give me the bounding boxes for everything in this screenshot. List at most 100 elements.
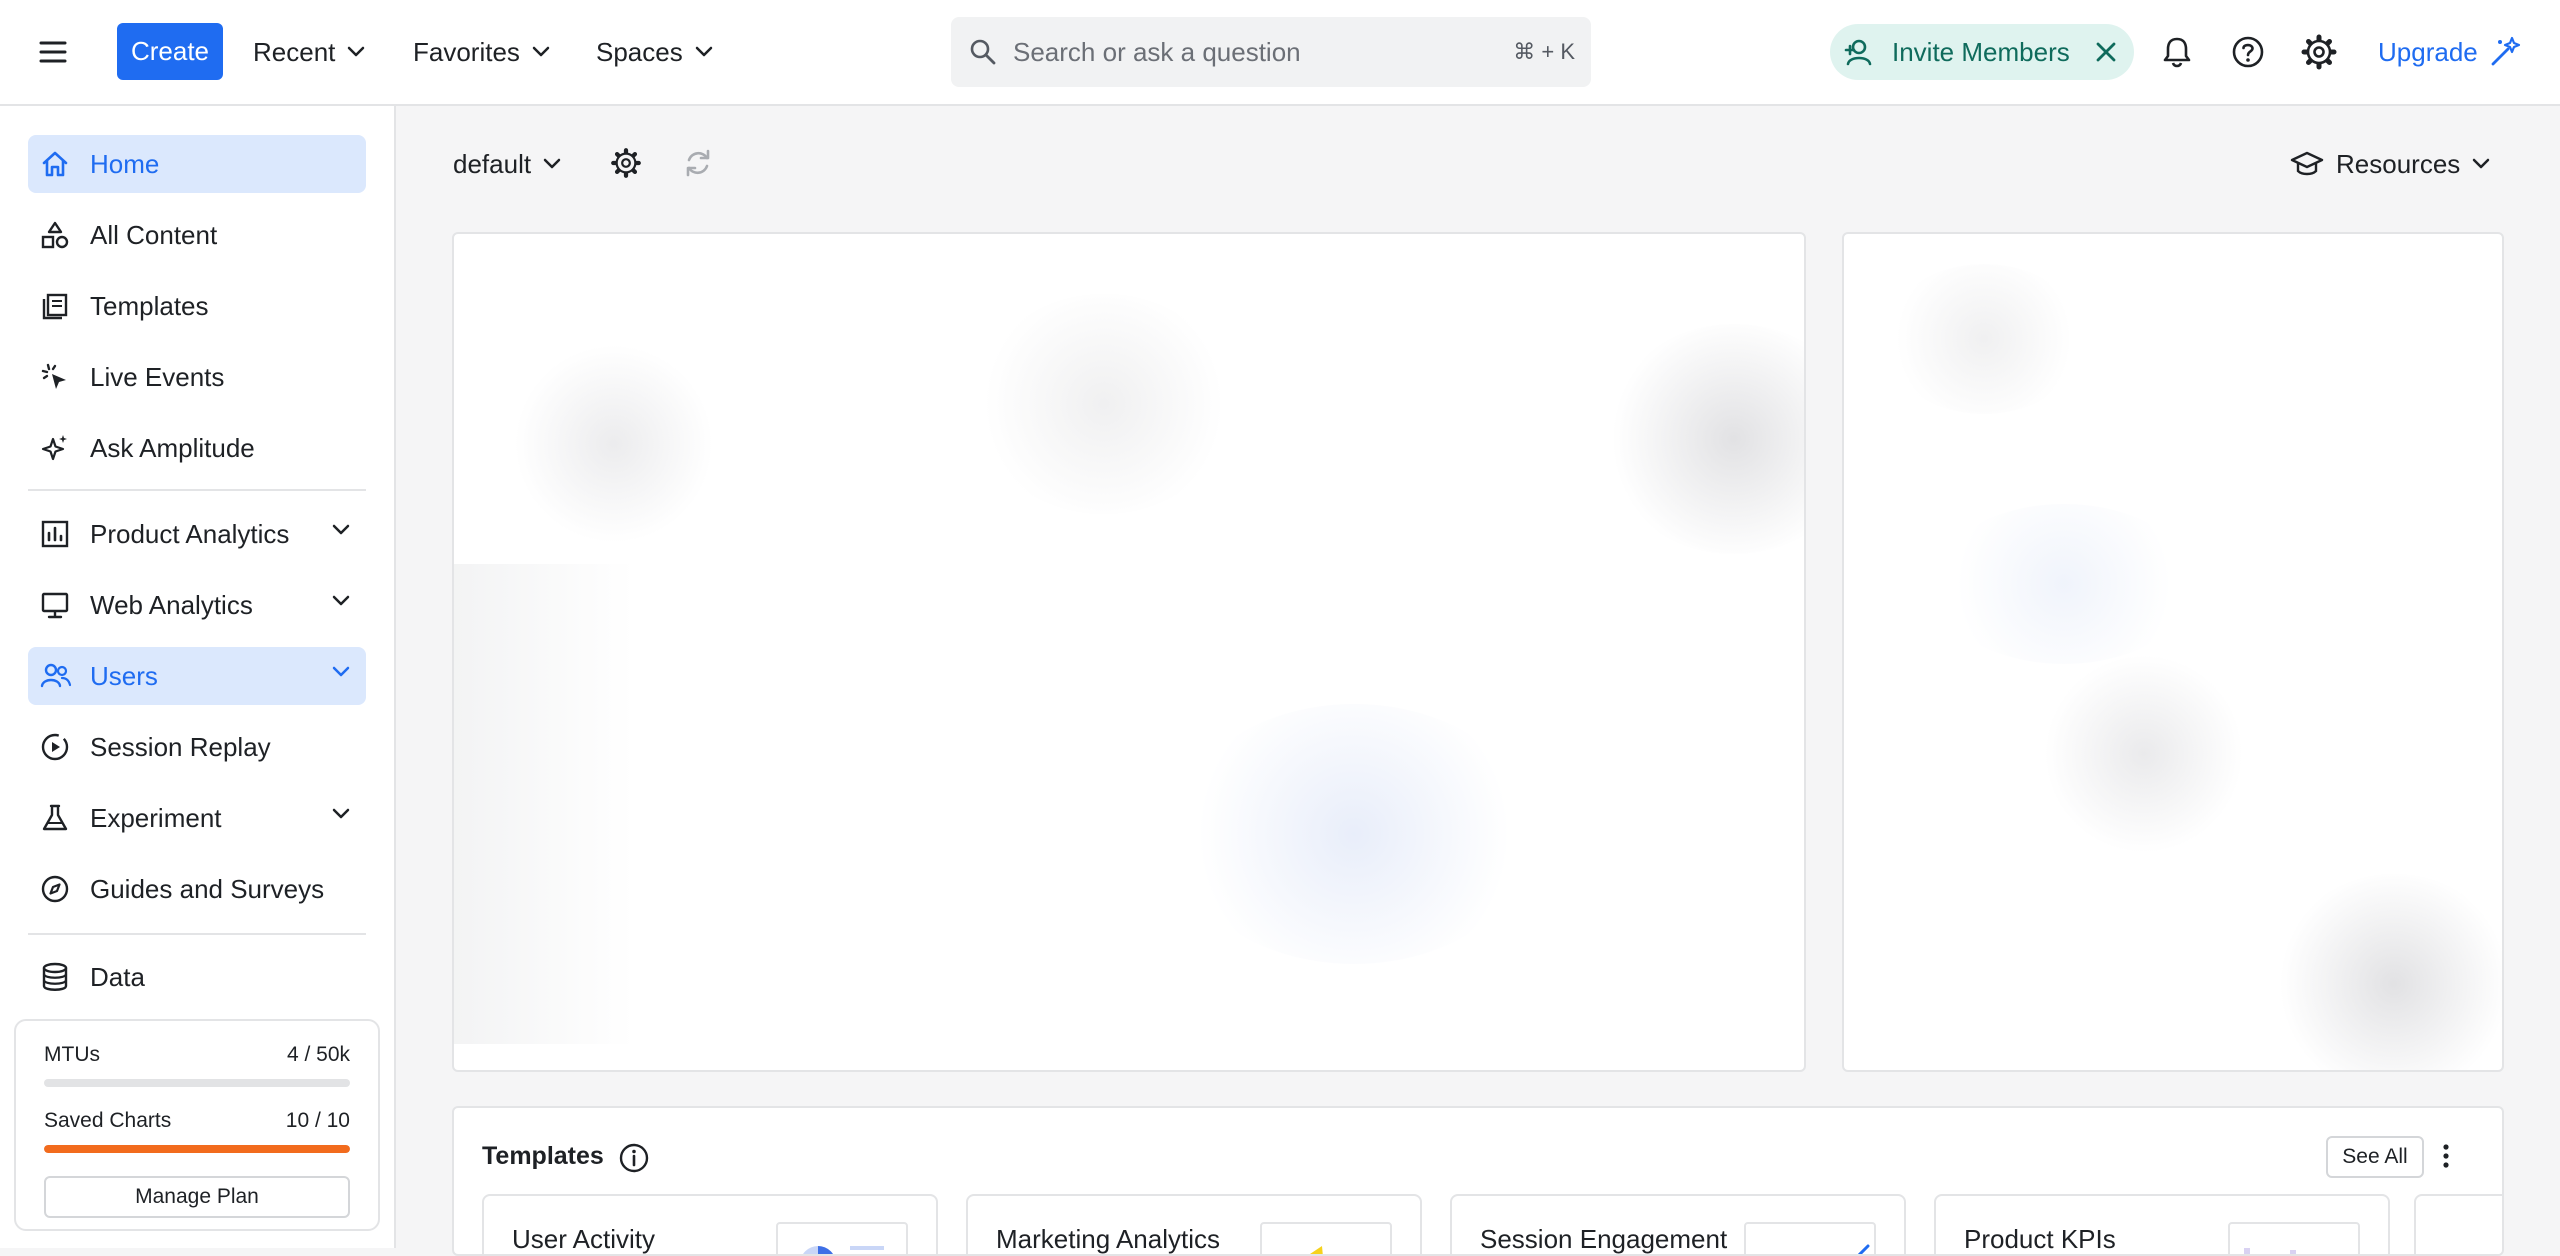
home-icon — [40, 149, 74, 179]
bar-chart-icon — [40, 519, 74, 549]
sidebar-item-label: Users — [90, 661, 158, 692]
sidebar-item-web-analytics[interactable]: Web Analytics — [28, 576, 366, 634]
help-icon[interactable] — [2228, 32, 2268, 72]
bell-icon[interactable] — [2157, 32, 2197, 72]
live-events-icon — [40, 362, 74, 392]
spaces-dropdown[interactable]: Spaces — [596, 30, 713, 74]
template-card-product-kpis[interactable]: Product KPIs — [1934, 1194, 2390, 1256]
sidebar-divider — [28, 933, 366, 935]
gear-icon[interactable] — [2299, 32, 2339, 72]
sidebar-item-label: Home — [90, 149, 159, 180]
wand-icon — [2488, 35, 2522, 69]
saved-charts-value: 10 / 10 — [286, 1109, 350, 1133]
sidebar-item-guides-and-surveys[interactable]: Guides and Surveys — [28, 860, 366, 918]
template-card-name: Product KPIs — [1964, 1224, 2116, 1255]
recent-label: Recent — [253, 37, 335, 68]
template-card-name: Session Engagement — [1480, 1224, 1727, 1255]
sidebar-item-label: Data — [90, 962, 145, 993]
templates-icon — [40, 291, 74, 321]
info-icon[interactable] — [618, 1142, 650, 1174]
sidebar-item-ask-amplitude[interactable]: Ask Amplitude — [28, 419, 366, 477]
usage-panel: MTUs 4 / 50k Saved Charts 10 / 10 Manage… — [14, 1019, 380, 1231]
recent-dropdown[interactable]: Recent — [253, 30, 365, 74]
side-panel-loading — [1842, 232, 2504, 1072]
sidebar-item-data[interactable]: Data — [28, 948, 366, 1006]
chevron-down-icon — [543, 158, 561, 170]
chevron-down-icon — [332, 524, 350, 536]
search-input[interactable] — [1013, 31, 1483, 73]
create-button[interactable]: Create — [117, 23, 223, 80]
loading-blur — [1174, 704, 1534, 964]
template-card-name: Marketing Analytics — [996, 1224, 1220, 1255]
sidebar-item-templates[interactable]: Templates — [28, 277, 366, 335]
template-thumbnail — [1744, 1222, 1876, 1256]
loading-blur — [2274, 874, 2504, 1072]
sidebar-item-home[interactable]: Home — [28, 135, 366, 193]
template-card-partial[interactable] — [2414, 1194, 2504, 1256]
sidebar-item-label: Product Analytics — [90, 519, 289, 550]
chevron-down-icon — [332, 595, 350, 607]
search-icon — [969, 38, 997, 66]
loading-blur — [974, 294, 1234, 514]
mtus-progress-bar — [44, 1079, 350, 1087]
sidebar-item-label: Live Events — [90, 362, 224, 393]
sidebar: Home All Content Templates Live Events A… — [0, 106, 396, 1248]
templates-title: Templates — [482, 1142, 604, 1171]
user-plus-icon — [1844, 38, 1878, 66]
hamburger-menu-icon[interactable] — [38, 34, 78, 70]
template-thumbnail — [1260, 1222, 1392, 1256]
chevron-down-icon — [532, 46, 550, 58]
invite-members-button[interactable]: Invite Members — [1830, 24, 2134, 80]
close-icon[interactable] — [2094, 40, 2118, 64]
space-selector-dropdown[interactable]: default — [453, 142, 561, 186]
search-bar[interactable]: ⌘ + K — [951, 17, 1591, 87]
invite-members-label: Invite Members — [1892, 37, 2070, 68]
template-thumbnail — [2228, 1222, 2360, 1256]
chevron-down-icon — [347, 46, 365, 58]
sidebar-item-product-analytics[interactable]: Product Analytics — [28, 505, 366, 563]
chevron-down-icon — [332, 666, 350, 678]
loading-blur — [1934, 504, 2194, 664]
spaces-label: Spaces — [596, 37, 683, 68]
manage-plan-button[interactable]: Manage Plan — [44, 1176, 350, 1218]
see-all-button[interactable]: See All — [2326, 1136, 2424, 1178]
loading-blur — [1604, 324, 1806, 554]
sidebar-item-users[interactable]: Users — [28, 647, 366, 705]
sidebar-item-live-events[interactable]: Live Events — [28, 348, 366, 406]
mtus-value: 4 / 50k — [287, 1043, 350, 1067]
sidebar-item-experiment[interactable]: Experiment — [28, 789, 366, 847]
loading-blur — [1884, 264, 2084, 414]
upgrade-label: Upgrade — [2378, 37, 2478, 68]
mtus-label: MTUs — [44, 1043, 100, 1067]
database-icon — [40, 962, 74, 992]
loading-blur — [514, 344, 714, 544]
more-options-icon[interactable] — [2440, 1140, 2452, 1172]
sidebar-item-label: Session Replay — [90, 732, 271, 763]
resources-dropdown[interactable]: Resources — [2290, 142, 2490, 186]
loading-blur — [2044, 654, 2244, 854]
sidebar-item-label: Experiment — [90, 803, 222, 834]
template-card-session-engagement[interactable]: Session Engagement — [1450, 1194, 1906, 1256]
favorites-dropdown[interactable]: Favorites — [413, 30, 550, 74]
sidebar-item-label: Guides and Surveys — [90, 874, 324, 905]
upgrade-button[interactable]: Upgrade — [2378, 30, 2522, 74]
flask-icon — [40, 803, 74, 833]
mtus-row: MTUs 4 / 50k — [44, 1043, 350, 1067]
chevron-down-icon — [332, 808, 350, 820]
space-settings-gear-icon[interactable] — [609, 146, 643, 180]
dashboard-panel-loading — [452, 232, 1806, 1072]
refresh-icon[interactable] — [681, 146, 715, 180]
sidebar-item-label: Ask Amplitude — [90, 433, 255, 464]
monitor-icon — [40, 590, 74, 620]
top-bar: Create Recent Favorites Spaces ⌘ + K Inv… — [0, 0, 2560, 106]
favorites-label: Favorites — [413, 37, 520, 68]
template-card-user-activity[interactable]: User Activity — [482, 1194, 938, 1256]
shapes-icon — [40, 220, 74, 250]
loading-blur — [454, 564, 634, 1044]
sidebar-item-session-replay[interactable]: Session Replay — [28, 718, 366, 776]
resources-label: Resources — [2336, 149, 2460, 180]
template-card-marketing-analytics[interactable]: Marketing Analytics — [966, 1194, 1422, 1256]
sidebar-item-all-content[interactable]: All Content — [28, 206, 366, 264]
templates-section: Templates See All User Activity Marketin… — [452, 1106, 2504, 1256]
chevron-down-icon — [695, 46, 713, 58]
